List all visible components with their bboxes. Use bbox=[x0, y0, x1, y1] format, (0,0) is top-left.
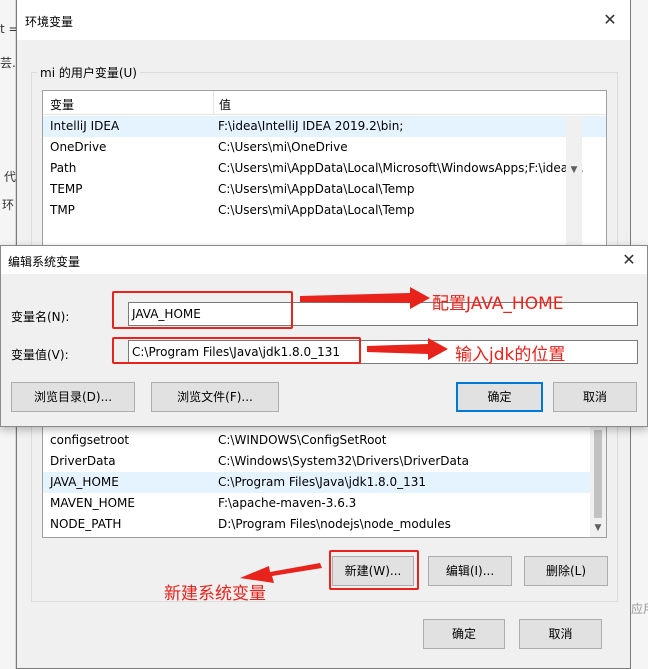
annotation-input-jdk-location: 输入jdk的位置 bbox=[455, 345, 566, 365]
arrow-to-configure bbox=[300, 287, 430, 309]
annotation-configure-java-home: 配置JAVA_HOME bbox=[432, 294, 564, 314]
annotation-new-system-variable: 新建系统变量 bbox=[164, 584, 266, 604]
arrow-to-input-jdk bbox=[367, 338, 448, 360]
annotation-arrows bbox=[240, 287, 448, 583]
